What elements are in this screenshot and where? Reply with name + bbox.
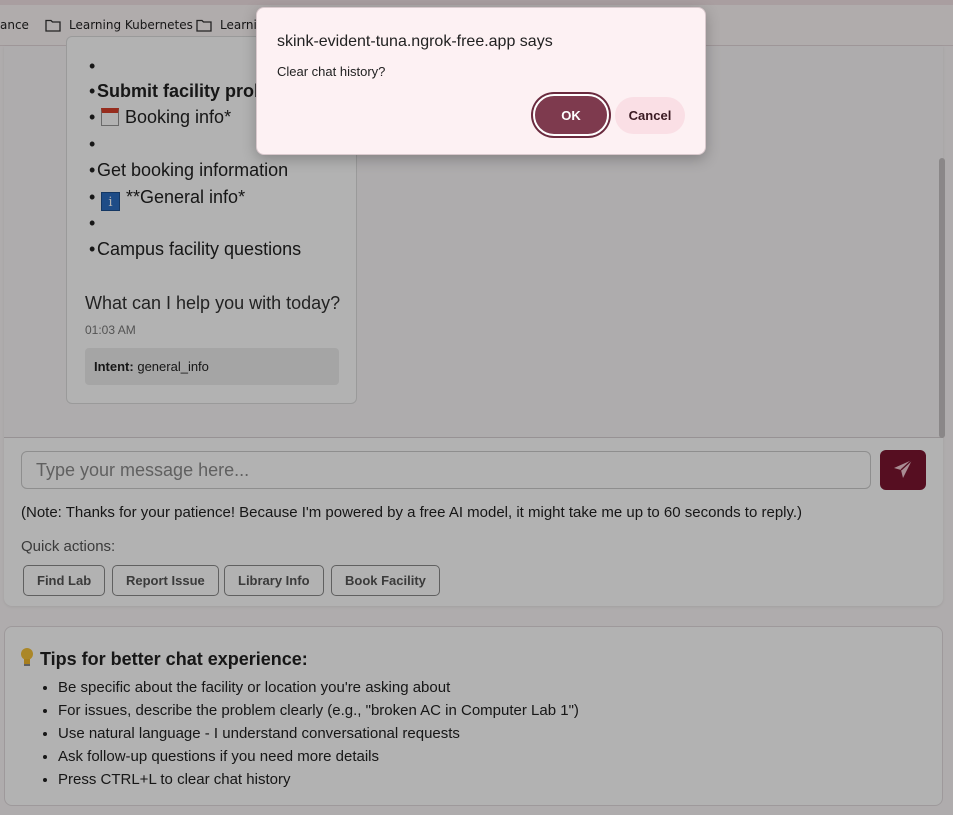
confirm-dialog: skink-evident-tuna.ngrok-free.app says C… xyxy=(256,7,706,155)
dialog-title: skink-evident-tuna.ngrok-free.app says xyxy=(277,33,553,50)
cancel-button[interactable]: Cancel xyxy=(615,97,685,134)
dialog-message: Clear chat history? xyxy=(277,64,386,79)
ok-button[interactable]: OK xyxy=(533,94,609,136)
